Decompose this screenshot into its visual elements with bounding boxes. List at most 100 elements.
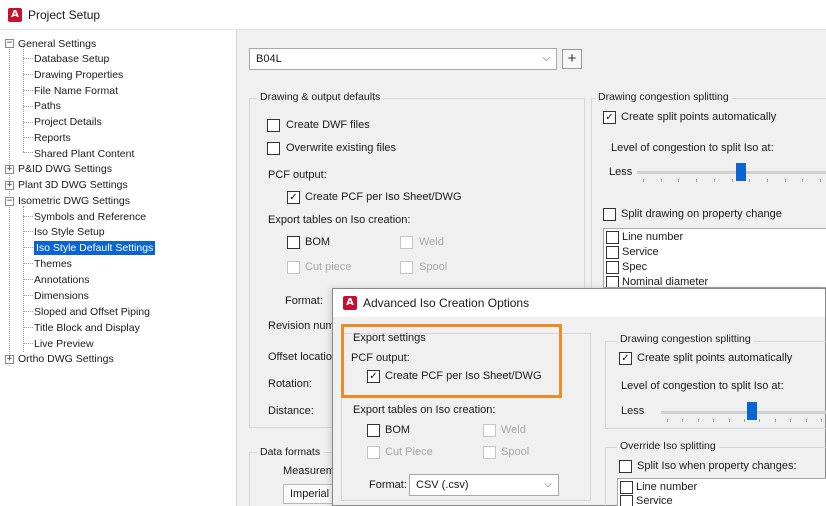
dialog-cut-piece-checkbox[interactable] (367, 446, 380, 459)
property-checkbox[interactable] (606, 246, 619, 259)
tree-item-symbols-reference[interactable]: Symbols and Reference (34, 210, 146, 224)
slider-tick (766, 179, 768, 182)
weld-checkbox[interactable] (400, 236, 413, 249)
dialog-format-select[interactable]: CSV (.csv) ⌵ (409, 474, 559, 496)
highlight-box (341, 324, 562, 398)
autocad-plant-icon: A (343, 296, 357, 310)
tree-item-title-block-display[interactable]: Title Block and Display (34, 321, 140, 335)
tree-item-paths[interactable]: Paths (34, 99, 61, 113)
window-title-bar: A Project Setup (0, 0, 826, 30)
dialog-bom-checkbox[interactable] (367, 424, 380, 437)
slider-tick (805, 419, 807, 422)
split-when-label: Split Iso when property changes: (637, 460, 797, 472)
dialog-weld-checkbox[interactable] (483, 424, 496, 437)
property-checkbox[interactable] (606, 231, 619, 244)
tree-item-shared-plant-content[interactable]: Shared Plant Content (34, 147, 134, 161)
property-checkbox[interactable] (606, 276, 619, 287)
tree-item-file-name-format[interactable]: File Name Format (34, 84, 118, 98)
tree-item-drawing-properties[interactable]: Drawing Properties (34, 68, 123, 82)
expand-icon[interactable]: + (5, 355, 14, 364)
dialog-format-label: Format: (369, 479, 407, 491)
dialog-export-tables-label: Export tables on Iso creation: (353, 404, 496, 416)
dialog-properties-list[interactable]: Line number Service (617, 478, 826, 506)
create-dwf-checkbox[interactable] (267, 119, 280, 132)
collapse-icon[interactable]: − (5, 39, 14, 48)
rotation-label: Rotation: (268, 378, 313, 390)
tree-item-iso-style-setup[interactable]: Iso Style Setup (34, 225, 105, 239)
tree-item-project-details[interactable]: Project Details (34, 115, 102, 129)
spool-checkbox[interactable] (400, 261, 413, 274)
tree-item-pid-dwg-settings[interactable]: P&ID DWG Settings (18, 162, 112, 176)
chevron-down-icon: ⌵ (544, 479, 552, 490)
advanced-iso-dialog: A Advanced Iso Creation Options Export s… (332, 288, 826, 506)
slider-tick (821, 419, 822, 422)
property-label: Line number (636, 481, 698, 493)
cut-piece-label: Cut piece (305, 261, 352, 273)
tree-item-ortho-dwg-settings[interactable]: Ortho DWG Settings (18, 352, 114, 366)
overwrite-checkbox[interactable] (267, 142, 280, 155)
iso-style-select[interactable]: B04L ⌵ (249, 48, 557, 70)
format-label: Format: (285, 295, 323, 307)
tree-item-reports[interactable]: Reports (34, 131, 71, 145)
dialog-congestion-slider-thumb[interactable] (747, 402, 758, 420)
property-label: Line number (622, 231, 684, 243)
auto-split-checkbox[interactable]: ✓ (603, 111, 616, 124)
tree-item-iso-style-default-settings[interactable]: Iso Style Default Settings (34, 241, 156, 255)
settings-tree[interactable]: − General Settings Database Setup Drawin… (4, 34, 234, 506)
slider-tick (678, 179, 680, 182)
slider-tick (802, 179, 804, 182)
property-label: Spec (622, 261, 648, 273)
tree-item-live-preview[interactable]: Live Preview (34, 337, 94, 351)
split-on-change-checkbox[interactable] (603, 208, 616, 221)
tree-item-database-setup[interactable]: Database Setup (34, 52, 109, 66)
expand-icon[interactable]: + (5, 181, 14, 190)
tree-item-sloped-offset-piping[interactable]: Sloped and Offset Piping (34, 305, 150, 319)
slider-tick (660, 179, 662, 182)
property-label: Service (636, 495, 673, 506)
overwrite-label: Overwrite existing files (286, 142, 397, 154)
add-style-button[interactable]: + (562, 49, 582, 69)
bom-checkbox[interactable] (287, 236, 300, 249)
property-checkbox[interactable] (606, 261, 619, 274)
congestion-slider-track[interactable] (637, 171, 826, 174)
slider-tick (643, 179, 644, 182)
split-properties-list[interactable]: Line number Service Spec Nominal diamete… (603, 228, 826, 288)
dialog-less-label: Less (621, 405, 645, 417)
chevron-down-icon: ⌵ (542, 53, 550, 64)
dialog-spool-checkbox[interactable] (483, 446, 496, 459)
tree-item-themes[interactable]: Themes (34, 257, 72, 271)
expand-icon[interactable]: + (5, 165, 14, 174)
tree-item-isometric-dwg-settings[interactable]: Isometric DWG Settings (18, 194, 130, 208)
congestion-slider-thumb[interactable] (735, 163, 746, 181)
spool-label: Spool (419, 261, 448, 273)
property-label: Service (622, 246, 659, 258)
dialog-title-bar: A Advanced Iso Creation Options (333, 289, 825, 317)
dialog-congestion-slider-track[interactable] (661, 411, 826, 414)
slider-tick (728, 419, 730, 422)
property-checkbox[interactable] (620, 481, 633, 494)
collapse-icon[interactable]: − (5, 197, 14, 206)
dialog-title: Advanced Iso Creation Options (363, 296, 530, 310)
congestion-level-label: Level of congestion to split Iso at: (611, 142, 774, 154)
property-checkbox[interactable] (620, 495, 633, 506)
create-dwf-label: Create DWF files (286, 119, 370, 131)
cut-piece-checkbox[interactable] (287, 261, 300, 274)
slider-tick (820, 179, 821, 182)
distance-label: Distance: (268, 405, 314, 417)
tree-item-annotations[interactable]: Annotations (34, 273, 89, 287)
auto-split-label: Create split points automatically (621, 111, 777, 123)
dialog-bom-label: BOM (385, 424, 411, 436)
window-title: Project Setup (28, 8, 101, 22)
tree-item-plant3d-dwg-settings[interactable]: Plant 3D DWG Settings (18, 178, 128, 192)
bom-label: BOM (305, 236, 331, 248)
dialog-auto-split-label: Create split points automatically (637, 352, 793, 364)
tree-item-general-settings[interactable]: General Settings (18, 37, 96, 51)
slider-tick (749, 179, 751, 182)
split-on-change-label: Split drawing on property change (621, 208, 782, 220)
tree-item-dimensions[interactable]: Dimensions (34, 289, 89, 303)
create-pcf-checkbox[interactable]: ✓ (287, 191, 300, 204)
dialog-auto-split-checkbox[interactable]: ✓ (619, 352, 632, 365)
slider-tick (682, 419, 684, 422)
split-when-checkbox[interactable] (619, 460, 632, 473)
create-pcf-label: Create PCF per Iso Sheet/DWG (305, 191, 462, 203)
